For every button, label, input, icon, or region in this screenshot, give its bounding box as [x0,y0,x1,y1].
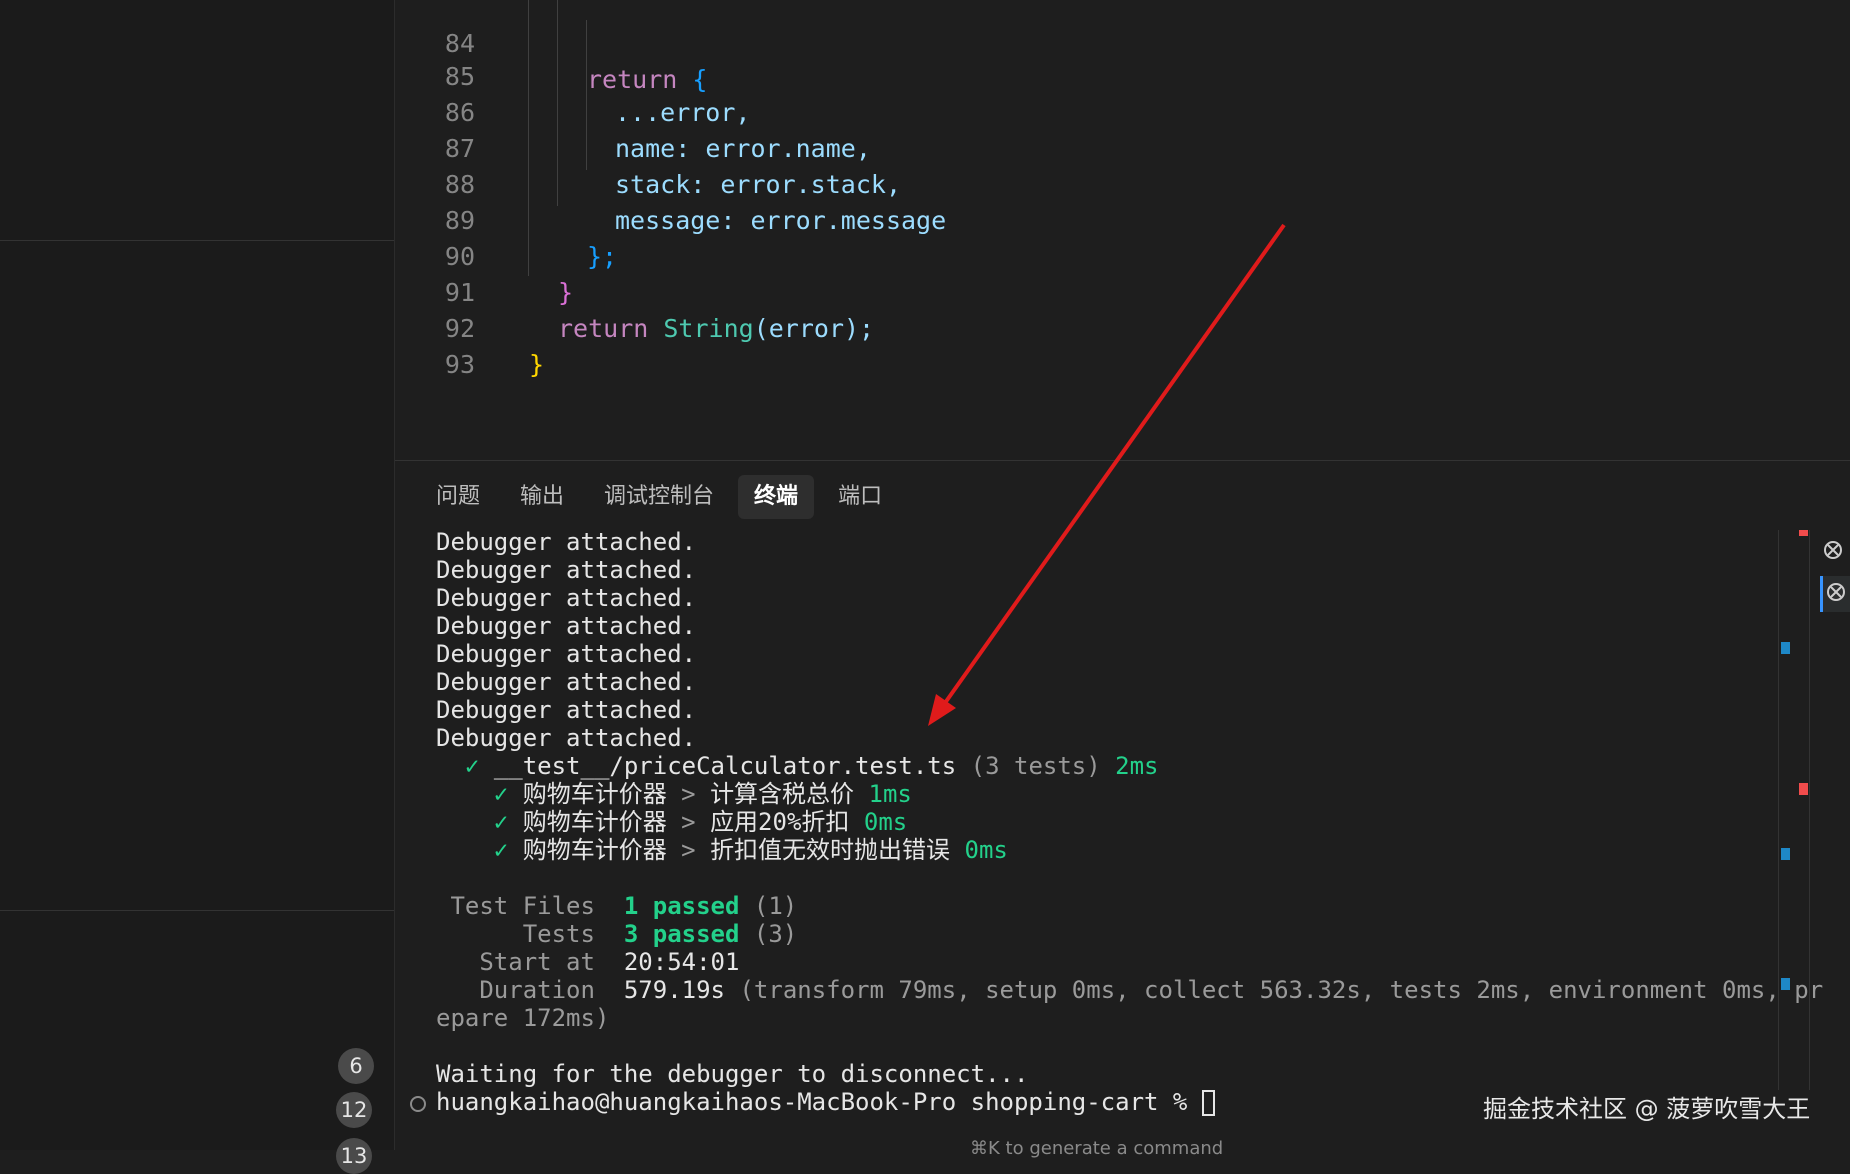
annotation-arrow [928,223,1286,726]
